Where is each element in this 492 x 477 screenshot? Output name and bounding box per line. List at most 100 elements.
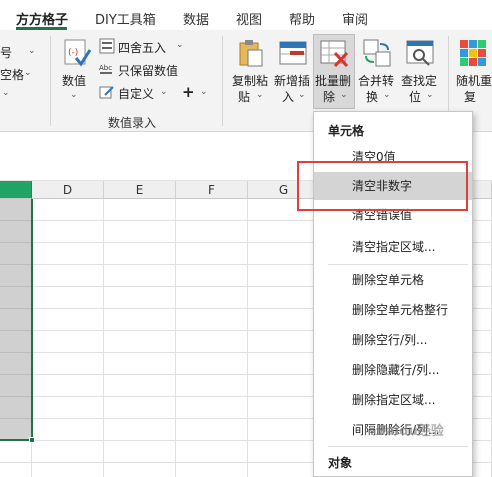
grid-cell[interactable] <box>248 287 320 309</box>
grid-cell[interactable] <box>104 265 176 287</box>
grid-cell[interactable] <box>248 331 320 353</box>
find-locate-label-1[interactable]: 查找定 <box>401 72 437 89</box>
chevron-down-icon[interactable]: ⌄ <box>28 46 36 56</box>
grid-cell[interactable] <box>248 309 320 331</box>
chevron-down-icon[interactable]: ⌄ <box>383 90 391 100</box>
grid-cell[interactable] <box>32 397 104 419</box>
grid-cell[interactable] <box>32 375 104 397</box>
grid-cell[interactable] <box>104 397 176 419</box>
grid-cell[interactable] <box>104 375 176 397</box>
grid-cell[interactable] <box>32 265 104 287</box>
chevron-down-icon[interactable]: ⌄ <box>256 90 264 100</box>
partial-item-2[interactable]: 空格 <box>0 66 24 83</box>
grid-cell[interactable] <box>32 353 104 375</box>
grid-cell[interactable] <box>248 441 320 463</box>
grid-cell[interactable] <box>248 397 320 419</box>
grid-cell[interactable] <box>104 243 176 265</box>
menu-item-delete-empty-cell-rows[interactable]: 删除空单元格整行 <box>314 296 472 324</box>
random-repeat-label-1[interactable]: 随机重 <box>456 72 492 89</box>
grid-cell[interactable] <box>104 353 176 375</box>
menu-item-delete-range[interactable]: 删除指定区域... <box>314 386 472 414</box>
grid-cell[interactable] <box>104 287 176 309</box>
grid-cell[interactable] <box>176 309 248 331</box>
chevron-down-icon[interactable]: ⌄ <box>340 90 348 100</box>
partial-item-1[interactable]: 号 <box>0 44 12 61</box>
grid-cell[interactable] <box>104 199 176 221</box>
column-header-e[interactable]: E <box>104 181 176 199</box>
grid-cell[interactable] <box>32 199 104 221</box>
chevron-down-icon[interactable]: ⌄ <box>176 40 184 50</box>
chevron-down-icon[interactable]: ⌄ <box>160 87 168 97</box>
grid-cell[interactable] <box>176 353 248 375</box>
grid-cell[interactable] <box>32 463 104 477</box>
chevron-down-icon[interactable]: ⌄ <box>24 68 32 78</box>
column-header-selected[interactable] <box>0 181 32 199</box>
merge-convert-label-1[interactable]: 合并转 <box>358 72 394 89</box>
grid-cell[interactable] <box>176 199 248 221</box>
custom-button[interactable]: 自定义 <box>118 85 154 102</box>
random-repeat-label-2[interactable]: 复 <box>464 88 476 105</box>
grid-cell[interactable] <box>248 419 320 441</box>
tab-data[interactable]: 数据 <box>183 9 209 28</box>
chevron-down-icon[interactable]: ⌄ <box>2 88 10 98</box>
chevron-down-icon[interactable]: ⌄ <box>200 87 208 97</box>
chevron-down-icon[interactable]: ⌄ <box>70 90 78 100</box>
grid-cell[interactable] <box>176 375 248 397</box>
column-header-d[interactable]: D <box>32 181 104 199</box>
batch-delete-label-2[interactable]: 除 <box>323 88 335 105</box>
add-insert-label-2[interactable]: 入 <box>282 88 294 105</box>
add-insert-label-1[interactable]: 新增插 <box>274 72 310 89</box>
grid-cell[interactable] <box>248 353 320 375</box>
tab-review[interactable]: 审阅 <box>342 9 368 28</box>
grid-cell[interactable] <box>176 287 248 309</box>
find-locate-label-2[interactable]: 位 <box>409 88 421 105</box>
grid-cell[interactable] <box>176 331 248 353</box>
grid-cell[interactable] <box>248 463 320 477</box>
grid-cell[interactable] <box>176 419 248 441</box>
grid-cell[interactable] <box>176 243 248 265</box>
grid-cell[interactable] <box>104 331 176 353</box>
tab-help[interactable]: 帮助 <box>289 9 315 28</box>
grid-cell[interactable] <box>248 375 320 397</box>
grid-cell[interactable] <box>176 441 248 463</box>
grid-cell[interactable] <box>248 265 320 287</box>
grid-cell[interactable] <box>104 441 176 463</box>
copy-paste-label-2[interactable]: 贴 <box>238 88 250 105</box>
merge-convert-label-2[interactable]: 换 <box>366 88 378 105</box>
grid-cell[interactable] <box>32 419 104 441</box>
menu-item-delete-hidden-rows-cols[interactable]: 删除隐藏行/列... <box>314 356 472 384</box>
chevron-down-icon[interactable]: ⌄ <box>298 90 306 100</box>
copy-paste-label-1[interactable]: 复制粘 <box>232 72 268 89</box>
grid-cell[interactable] <box>32 331 104 353</box>
grid-cell[interactable] <box>104 419 176 441</box>
grid-cell[interactable] <box>32 243 104 265</box>
grid-cell[interactable] <box>176 221 248 243</box>
menu-item-delete-empty-cells[interactable]: 删除空单元格 <box>314 266 472 294</box>
round-button[interactable]: 四舍五入 <box>118 39 166 56</box>
tab-fangfanggezi[interactable]: 方方格子 <box>16 9 68 28</box>
fill-handle[interactable] <box>29 437 35 443</box>
grid-cell[interactable] <box>32 309 104 331</box>
grid-cell[interactable] <box>32 221 104 243</box>
grid-cell[interactable] <box>32 441 104 463</box>
menu-item-delete-empty-rows-cols[interactable]: 删除空行/列... <box>314 326 472 354</box>
keep-value-button[interactable]: 只保留数值 <box>118 62 178 79</box>
selected-cell[interactable] <box>0 463 32 477</box>
value-button[interactable]: 数值 <box>62 72 86 89</box>
menu-item-clear-range[interactable]: 清空指定区域... <box>314 233 472 261</box>
grid-cell[interactable] <box>176 265 248 287</box>
grid-cell[interactable] <box>248 221 320 243</box>
grid-cell[interactable] <box>176 463 248 477</box>
column-header-f[interactable]: F <box>176 181 248 199</box>
grid-cell[interactable] <box>104 463 176 477</box>
grid-cell[interactable] <box>104 309 176 331</box>
grid-cell[interactable] <box>176 397 248 419</box>
plus-icon[interactable]: + <box>182 83 195 101</box>
grid-cell[interactable] <box>104 221 176 243</box>
selected-cell[interactable] <box>0 441 32 463</box>
batch-delete-label-1[interactable]: 批量删 <box>315 72 351 89</box>
grid-cell[interactable] <box>248 243 320 265</box>
tab-view[interactable]: 视图 <box>236 9 262 28</box>
grid-cell[interactable] <box>32 287 104 309</box>
chevron-down-icon[interactable]: ⌄ <box>426 90 434 100</box>
